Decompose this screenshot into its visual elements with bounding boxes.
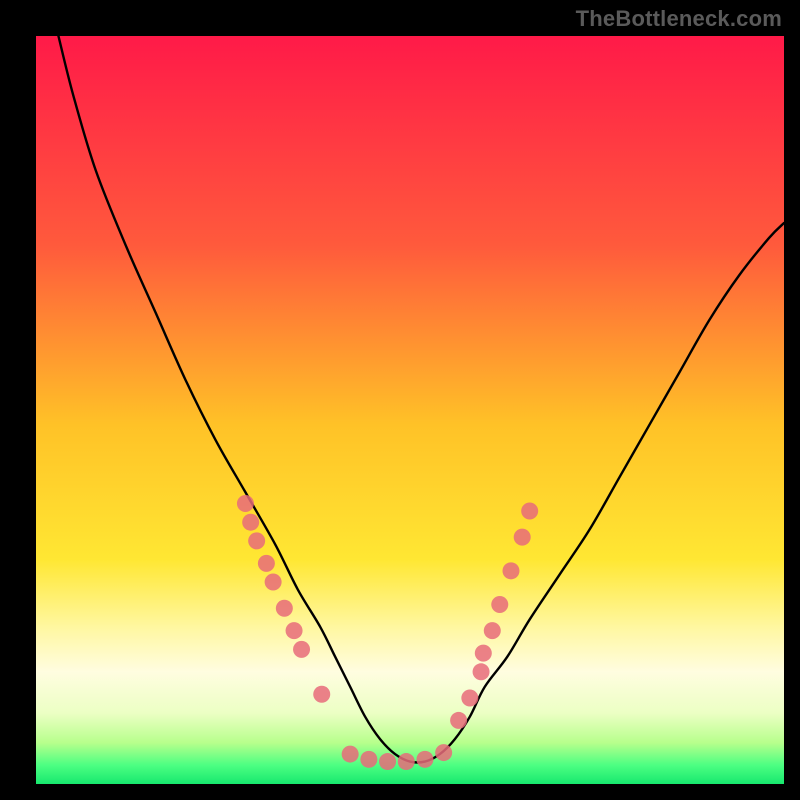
data-dot — [514, 529, 531, 546]
data-dot — [491, 596, 508, 613]
data-dot — [265, 574, 282, 591]
data-dot — [293, 641, 310, 658]
data-dot — [450, 712, 467, 729]
data-dot — [248, 532, 265, 549]
data-dot — [286, 622, 303, 639]
data-dot — [473, 663, 490, 680]
data-dot — [461, 689, 478, 706]
data-dot — [398, 753, 415, 770]
chart-svg — [36, 36, 784, 784]
data-dot — [435, 744, 452, 761]
data-dot — [521, 502, 538, 519]
data-dot — [237, 495, 254, 512]
data-dot — [258, 555, 275, 572]
data-dot — [379, 753, 396, 770]
data-dot — [342, 746, 359, 763]
watermark-text: TheBottleneck.com — [576, 6, 782, 32]
data-dot — [502, 562, 519, 579]
chart-plot-area — [36, 36, 784, 784]
chart-frame: TheBottleneck.com — [0, 0, 800, 800]
data-dot — [360, 751, 377, 768]
gradient-background — [36, 36, 784, 784]
data-dot — [475, 645, 492, 662]
data-dot — [313, 686, 330, 703]
data-dot — [276, 600, 293, 617]
data-dot — [484, 622, 501, 639]
data-dot — [242, 514, 259, 531]
data-dot — [416, 751, 433, 768]
